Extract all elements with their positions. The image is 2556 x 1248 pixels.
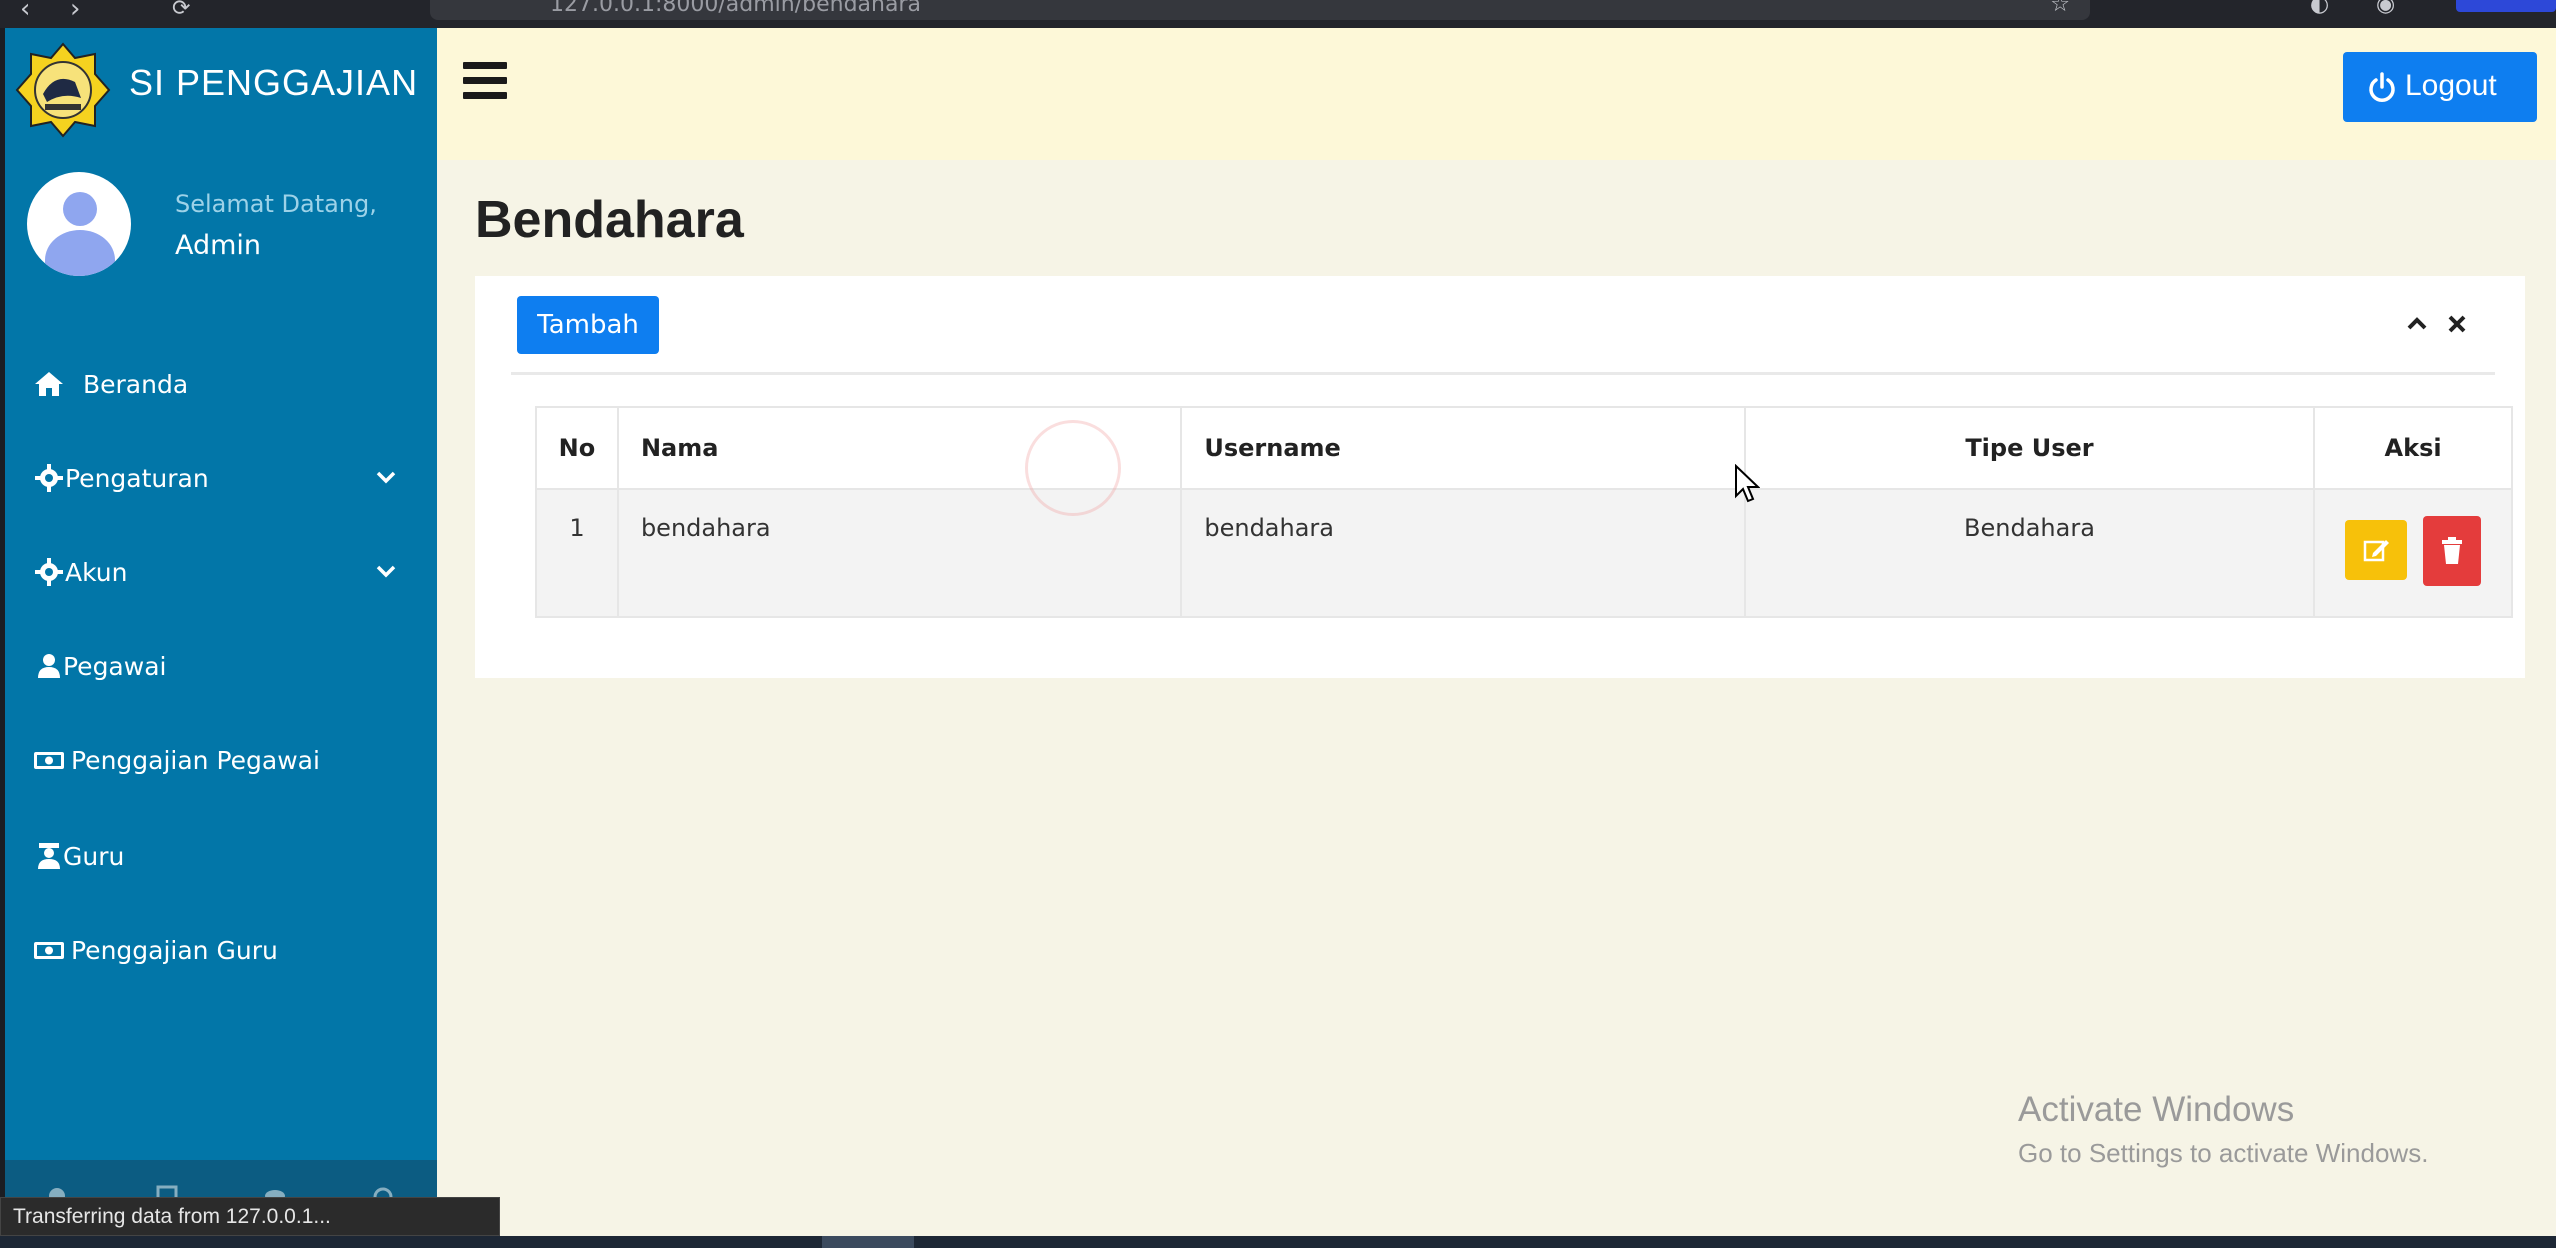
money-icon [34, 942, 64, 959]
column-header-aksi: Aksi [2313, 406, 2513, 490]
user-name: Admin [175, 230, 262, 261]
forward-icon[interactable]: › [70, 0, 80, 24]
collapse-icon[interactable] [2403, 310, 2431, 338]
power-icon [2369, 72, 2395, 102]
sidebar-item-label: Pegawai [63, 652, 167, 681]
account-icon[interactable]: ◉ [2376, 0, 2395, 17]
trash-icon [2442, 537, 2463, 564]
taskbar [0, 1236, 2556, 1248]
topbar: Logout [437, 28, 2556, 160]
add-button[interactable]: Tambah [517, 296, 659, 354]
taskbar-active-app[interactable] [822, 1236, 914, 1248]
table-header-row: No Nama Username Tipe User Aksi [535, 406, 2513, 490]
gear-icon [35, 464, 63, 492]
column-header-tipe-user[interactable]: Tipe User [1743, 406, 2316, 490]
reload-icon[interactable]: ⟳ [172, 0, 190, 24]
page-title: Bendahara [475, 191, 744, 249]
brand-name: SI PENGGAJIAN [129, 62, 419, 103]
close-icon[interactable] [2443, 310, 2471, 338]
avatar [27, 172, 131, 276]
address-url[interactable]: 127.0.0.1:8000/admin/bendahara [550, 0, 921, 17]
sidebar-item-penggajian-guru[interactable]: Penggajian Guru [5, 920, 437, 980]
table-row: 1 bendahara bendahara Bendahara [535, 488, 2513, 618]
column-header-username[interactable]: Username [1180, 406, 1746, 490]
sidebar-item-label: Beranda [83, 370, 189, 399]
chevron-down-icon [376, 565, 396, 578]
sidebar-item-label: Penggajian Guru [71, 936, 278, 965]
gear-icon [35, 558, 63, 586]
sidebar-item-penggajian-pegawai[interactable]: Penggajian Pegawai [5, 730, 437, 790]
logout-label: Logout [2405, 69, 2497, 102]
cell-aksi [2313, 488, 2513, 618]
chevron-down-icon [376, 471, 396, 484]
sidebar-item-beranda[interactable]: Beranda [5, 354, 437, 414]
sidebar-item-guru[interactable]: Guru [5, 826, 437, 886]
loading-spinner [1025, 420, 1121, 516]
edit-icon [2363, 540, 2390, 562]
mouse-cursor-icon [1735, 464, 1760, 503]
card: Tambah No Nama Username Tipe User Aksi 1… [475, 276, 2525, 678]
browser-toolbar: ‹ › ⟳ 127.0.0.1:8000/admin/bendahara ☆ ◐… [0, 0, 2556, 28]
menu-toggle-icon[interactable] [463, 62, 507, 100]
extension-badge[interactable] [2456, 0, 2556, 12]
edit-button[interactable] [2345, 520, 2408, 580]
home-icon [35, 372, 63, 396]
sidebar-item-pegawai[interactable]: Pegawai [5, 636, 437, 696]
cell-tipe-user: Bendahara [1743, 488, 2316, 618]
money-icon [34, 752, 64, 769]
sidebar-item-pengaturan[interactable]: Pengaturan [5, 448, 437, 508]
address-bar[interactable]: 127.0.0.1:8000/admin/bendahara ☆ [430, 0, 2090, 20]
card-tools [2403, 310, 2483, 340]
extension-icon[interactable]: ◐ [2310, 0, 2329, 17]
logout-button[interactable]: Logout [2343, 52, 2537, 122]
cell-username: bendahara [1180, 488, 1746, 618]
activation-watermark-title: Activate Windows [2018, 1090, 2295, 1129]
cell-no: 1 [535, 488, 619, 618]
content: Bendahara Tambah No Nama Username Tipe U… [437, 160, 2556, 1240]
brand-logo-icon [15, 42, 111, 138]
main-area: Logout Bendahara Tambah No Nama Username… [437, 28, 2556, 1240]
column-header-no[interactable]: No [535, 406, 619, 490]
sidebar-item-akun[interactable]: Akun [5, 542, 437, 602]
sidebar: SI PENGGAJIAN Selamat Datang, Admin Bera… [5, 28, 437, 1240]
sidebar-item-label: Guru [63, 842, 125, 871]
teacher-icon [38, 843, 60, 869]
brand[interactable]: SI PENGGAJIAN [5, 28, 437, 148]
user-icon [38, 654, 60, 678]
activation-watermark-subtitle: Go to Settings to activate Windows. [2018, 1138, 2429, 1168]
divider [511, 372, 2495, 375]
sidebar-item-label: Pengaturan [65, 464, 209, 493]
user-panel: Selamat Datang, Admin [5, 168, 437, 288]
back-icon[interactable]: ‹ [20, 0, 30, 24]
sidebar-item-label: Penggajian Pegawai [71, 746, 320, 775]
delete-button[interactable] [2423, 516, 2482, 586]
bookmark-star-icon[interactable]: ☆ [2050, 0, 2070, 17]
data-table: No Nama Username Tipe User Aksi 1 bendah… [535, 406, 2513, 618]
sidebar-item-label: Akun [65, 558, 128, 587]
welcome-text: Selamat Datang, [175, 190, 377, 218]
browser-status-bar: Transferring data from 127.0.0.1... [0, 1197, 500, 1236]
